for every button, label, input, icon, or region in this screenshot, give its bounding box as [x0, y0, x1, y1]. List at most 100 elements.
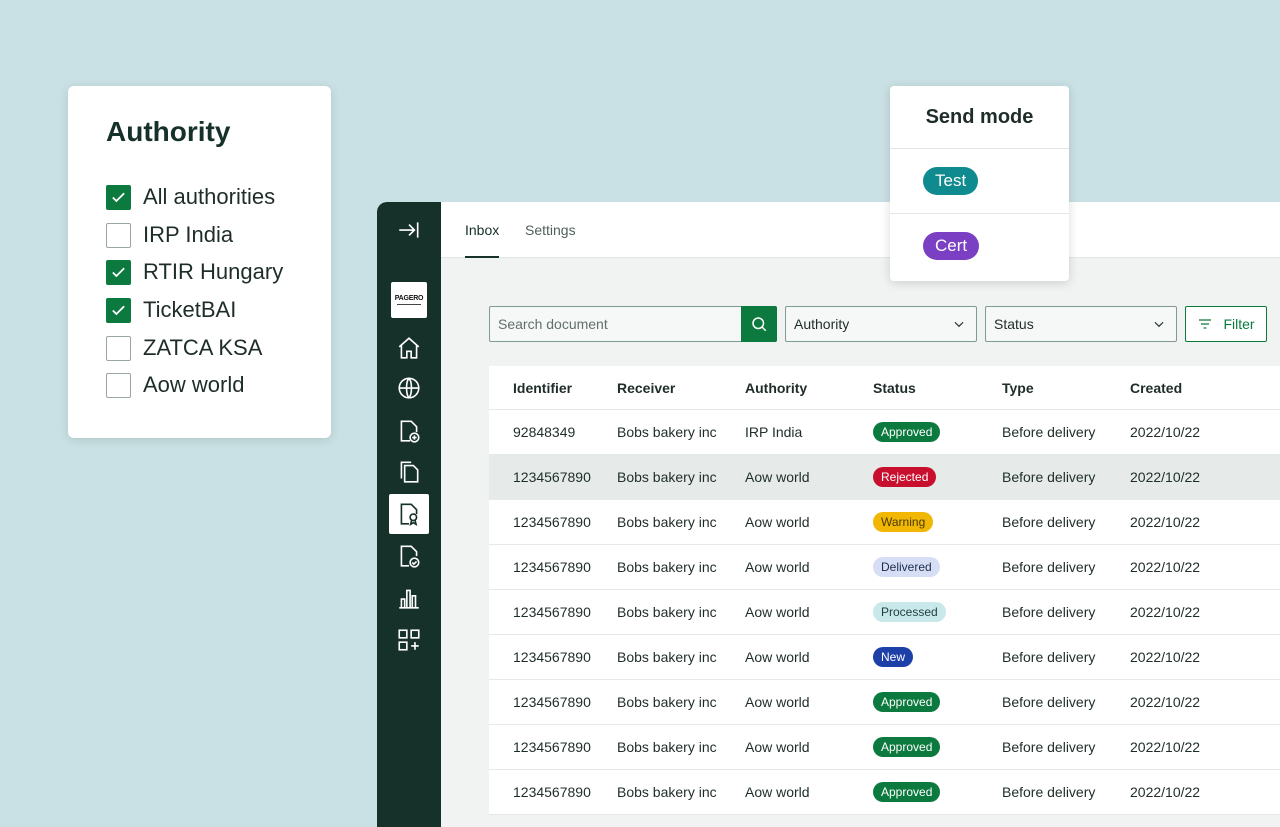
table-row[interactable]: 1234567890Bobs bakery incAow worldDelive… — [489, 545, 1280, 590]
sidebar-rail: PAGERO — [377, 202, 441, 827]
authority-option-label: All authorities — [143, 184, 275, 210]
cell-created: 2022/10/22 — [1130, 694, 1240, 710]
pagero-logo[interactable]: PAGERO — [391, 282, 427, 318]
status-badge: Approved — [873, 782, 940, 802]
cell-authority: Aow world — [745, 694, 873, 710]
status-badge: Approved — [873, 737, 940, 757]
cell-created: 2022/10/22 — [1130, 649, 1240, 665]
cell-identifier: 1234567890 — [489, 694, 617, 710]
cell-authority: Aow world — [745, 784, 873, 800]
column-header[interactable]: Authority — [745, 380, 873, 396]
cell-status: Rejected — [873, 467, 1002, 487]
authority-option[interactable]: RTIR Hungary — [106, 259, 283, 285]
approved-document-icon[interactable] — [389, 536, 429, 576]
cell-status: Delivered — [873, 557, 1002, 577]
table-row[interactable]: 1234567890Bobs bakery incAow worldProces… — [489, 590, 1280, 635]
status-select[interactable]: Status — [985, 306, 1177, 342]
authority-option[interactable]: Aow world — [106, 372, 244, 398]
search-icon — [750, 315, 768, 333]
cell-created: 2022/10/22 — [1130, 424, 1240, 440]
column-header[interactable]: Receiver — [617, 380, 745, 396]
cell-status: Approved — [873, 737, 1002, 757]
cell-receiver: Bobs bakery inc — [617, 469, 745, 485]
cell-type: Before delivery — [1002, 784, 1130, 800]
column-header[interactable]: Status — [873, 380, 1002, 396]
cell-created: 2022/10/22 — [1130, 469, 1240, 485]
documents-icon[interactable] — [389, 452, 429, 492]
logo-text: PAGERO — [395, 295, 424, 302]
status-badge: Delivered — [873, 557, 940, 577]
authority-option[interactable]: TicketBAI — [106, 297, 236, 323]
authority-select[interactable]: Authority — [785, 306, 977, 342]
authority-option[interactable]: All authorities — [106, 184, 275, 210]
cell-created: 2022/10/22 — [1130, 784, 1240, 800]
table-row[interactable]: 1234567890Bobs bakery incAow worldWarnin… — [489, 500, 1280, 545]
table-row[interactable]: 1234567890Bobs bakery incAow worldReject… — [489, 455, 1280, 500]
checkmark-icon — [110, 264, 127, 281]
cell-type: Before delivery — [1002, 514, 1130, 530]
chevron-down-icon — [952, 317, 966, 331]
cell-identifier: 1234567890 — [489, 604, 617, 620]
checkbox[interactable] — [106, 185, 131, 210]
cell-receiver: Bobs bakery inc — [617, 424, 745, 440]
cell-authority: Aow world — [745, 739, 873, 755]
cell-type: Before delivery — [1002, 604, 1130, 620]
table-row[interactable]: 1234567890Bobs bakery incAow worldNewBef… — [489, 635, 1280, 680]
cell-receiver: Bobs bakery inc — [617, 559, 745, 575]
cell-authority: IRP India — [745, 424, 873, 440]
search-input[interactable] — [490, 307, 741, 341]
checkbox[interactable] — [106, 336, 131, 361]
add-document-icon[interactable] — [389, 411, 429, 451]
cell-type: Before delivery — [1002, 469, 1130, 485]
column-header[interactable]: Created — [1130, 380, 1240, 396]
table-row[interactable]: 1234567890Bobs bakery incAow worldApprov… — [489, 680, 1280, 725]
authority-option[interactable]: IRP India — [106, 222, 233, 248]
send-mode-test[interactable]: Test — [923, 167, 978, 195]
authority-option-label: Aow world — [143, 372, 244, 398]
cell-status: Processed — [873, 602, 1002, 622]
tab-inbox[interactable]: Inbox — [465, 222, 499, 258]
authority-option[interactable]: ZATCA KSA — [106, 335, 262, 361]
authority-filter-panel: Authority All authorities IRP India RTIR H… — [68, 86, 331, 438]
cell-type: Before delivery — [1002, 649, 1130, 665]
send-mode-popover: Send mode Test Cert — [890, 86, 1069, 281]
status-badge: Warning — [873, 512, 933, 532]
cell-receiver: Bobs bakery inc — [617, 739, 745, 755]
status-badge: Approved — [873, 422, 940, 442]
cell-authority: Aow world — [745, 514, 873, 530]
cell-created: 2022/10/22 — [1130, 604, 1240, 620]
cell-receiver: Bobs bakery inc — [617, 649, 745, 665]
search-button[interactable] — [741, 306, 777, 342]
column-header[interactable]: Type — [1002, 380, 1130, 396]
app-window: PAGERO Inbox Settings — [377, 202, 1280, 827]
send-mode-cert[interactable]: Cert — [923, 232, 979, 260]
checkbox[interactable] — [106, 260, 131, 285]
authority-panel-title: Authority — [106, 116, 230, 148]
cell-identifier: 1234567890 — [489, 469, 617, 485]
filter-button[interactable]: Filter — [1185, 306, 1267, 342]
cell-type: Before delivery — [1002, 739, 1130, 755]
cell-authority: Aow world — [745, 604, 873, 620]
collapse-icon[interactable] — [389, 210, 429, 250]
cell-status: Approved — [873, 692, 1002, 712]
home-icon[interactable] — [389, 328, 429, 368]
divider — [890, 148, 1069, 149]
authority-option-label: RTIR Hungary — [143, 259, 283, 285]
add-widget-icon[interactable] — [389, 620, 429, 660]
table-row[interactable]: 1234567890Bobs bakery incAow worldApprov… — [489, 770, 1280, 815]
checkbox[interactable] — [106, 223, 131, 248]
cell-receiver: Bobs bakery inc — [617, 604, 745, 620]
globe-icon[interactable] — [389, 368, 429, 408]
table-row[interactable]: 92848349Bobs bakery incIRP IndiaApproved… — [489, 410, 1280, 455]
divider — [890, 213, 1069, 214]
tab-settings[interactable]: Settings — [525, 222, 576, 258]
checkbox[interactable] — [106, 298, 131, 323]
table-header: Identifier Receiver Authority Status Typ… — [489, 366, 1280, 410]
certificate-document-icon[interactable] — [389, 494, 429, 534]
table-row[interactable]: 1234567890Bobs bakery incAow worldApprov… — [489, 725, 1280, 770]
cell-status: New — [873, 647, 1002, 667]
cell-status: Warning — [873, 512, 1002, 532]
bar-chart-icon[interactable] — [389, 578, 429, 618]
checkbox[interactable] — [106, 373, 131, 398]
column-header[interactable]: Identifier — [489, 380, 617, 396]
